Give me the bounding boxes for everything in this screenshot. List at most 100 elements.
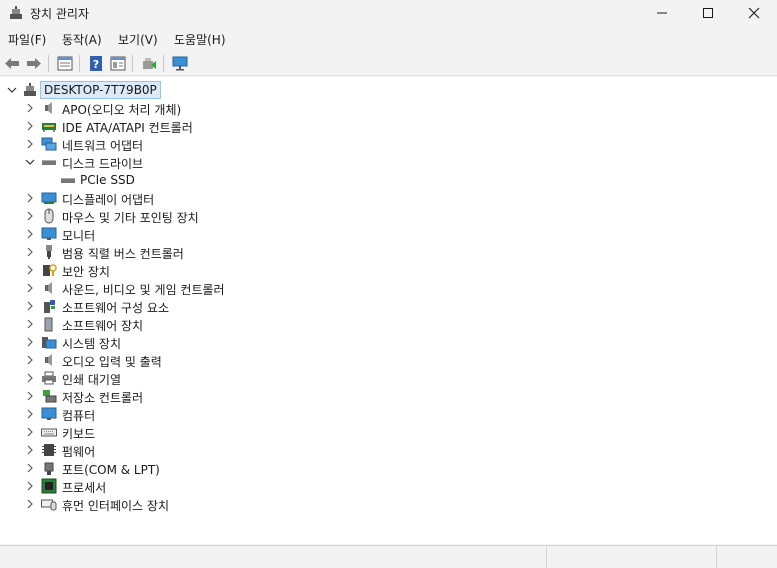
tree-item[interactable]: 디스플레이 어댑터: [0, 189, 777, 207]
category-label: 오디오 입력 및 출력: [62, 355, 162, 369]
menu-help[interactable]: 도움말(H): [174, 31, 226, 48]
menu-view[interactable]: 보기(V): [118, 31, 158, 48]
menu-action[interactable]: 동작(A): [62, 31, 102, 48]
title-bar: 장치 관리자: [0, 0, 777, 26]
network-adapter-icon: [41, 136, 57, 152]
chevron-right-icon[interactable]: [24, 480, 36, 492]
category-label: APO(오디오 처리 개체): [62, 103, 182, 117]
category-label: 사운드, 비디오 및 게임 컨트롤러: [62, 283, 225, 297]
tree-item[interactable]: 소프트웨어 구성 요소: [0, 297, 777, 315]
category-label: 마우스 및 기타 포인팅 장치: [62, 211, 199, 225]
close-icon: [748, 7, 760, 19]
chevron-right-icon[interactable]: [24, 372, 36, 384]
chevron-right-icon[interactable]: [24, 318, 36, 330]
toolbar-separator: [48, 55, 49, 72]
tree-item[interactable]: 네트워크 어댑터: [0, 135, 777, 153]
device-manager-app-icon: [8, 5, 24, 21]
ide-controller-icon: [41, 118, 57, 134]
tree-item[interactable]: 범용 직렬 버스 컨트롤러: [0, 243, 777, 261]
category-label: 저장소 컨트롤러: [62, 391, 144, 405]
minimize-icon: [657, 12, 667, 14]
chevron-right-icon[interactable]: [24, 102, 36, 114]
close-button[interactable]: [731, 0, 777, 26]
maximize-button[interactable]: [685, 0, 731, 26]
keyboard-icon: [41, 424, 57, 440]
chevron-right-icon[interactable]: [24, 210, 36, 222]
storage-controller-icon: [41, 388, 57, 404]
computer-name[interactable]: DESKTOP-7T79B0P: [40, 81, 161, 99]
status-bar: [0, 545, 777, 568]
category-label: 디스크 드라이브: [62, 157, 144, 171]
device-tree[interactable]: DESKTOP-7T79B0P APO(오디오 처리 개체) IDE ATA/A…: [0, 77, 777, 544]
disk-drive-icon: [60, 172, 76, 188]
update-driver-button[interactable]: [139, 54, 159, 73]
tree-item[interactable]: 프로세서: [0, 477, 777, 495]
chevron-right-icon[interactable]: [24, 336, 36, 348]
minimize-button[interactable]: [639, 0, 685, 26]
properties-button[interactable]: [55, 54, 75, 73]
chevron-right-icon[interactable]: [24, 300, 36, 312]
tree-item[interactable]: 시스템 장치: [0, 333, 777, 351]
tree-item[interactable]: 포트(COM & LPT): [0, 459, 777, 477]
chevron-right-icon[interactable]: [24, 498, 36, 510]
chevron-right-icon[interactable]: [24, 426, 36, 438]
status-cell: [546, 546, 716, 568]
chevron-right-icon[interactable]: [24, 120, 36, 132]
mouse-icon: [41, 208, 57, 224]
chevron-right-icon[interactable]: [24, 264, 36, 276]
tree-item[interactable]: 소프트웨어 장치: [0, 315, 777, 333]
chevron-right-icon[interactable]: [24, 192, 36, 204]
tree-item[interactable]: 저장소 컨트롤러: [0, 387, 777, 405]
tree-item[interactable]: 휴먼 인터페이스 장치: [0, 495, 777, 513]
toolbar-separator: [163, 55, 164, 72]
display-adapter-icon: [41, 190, 57, 206]
chevron-right-icon[interactable]: [24, 228, 36, 240]
chevron-right-icon[interactable]: [24, 246, 36, 258]
tree-item[interactable]: APO(오디오 처리 개체): [0, 99, 777, 117]
computer-network-icon: [22, 82, 38, 98]
view-button[interactable]: [108, 54, 128, 73]
category-label: 소프트웨어 장치: [62, 319, 144, 333]
category-label: 프로세서: [62, 481, 107, 495]
tree-root[interactable]: DESKTOP-7T79B0P: [0, 81, 777, 99]
tree-item[interactable]: 컴퓨터: [0, 405, 777, 423]
chevron-right-icon[interactable]: [24, 282, 36, 294]
back-button[interactable]: [2, 54, 22, 73]
disk-drive-icon: [41, 154, 57, 170]
chevron-down-icon[interactable]: [24, 156, 36, 168]
help-button[interactable]: ?: [86, 54, 106, 73]
chevron-right-icon[interactable]: [24, 354, 36, 366]
scan-hardware-button[interactable]: [170, 54, 190, 73]
tree-item[interactable]: 디스크 드라이브: [0, 153, 777, 171]
chevron-right-icon[interactable]: [24, 408, 36, 420]
category-label: 펌웨어: [62, 445, 96, 459]
update-driver-icon: [143, 58, 156, 69]
chevron-down-icon[interactable]: [6, 84, 18, 96]
category-label: 소프트웨어 구성 요소: [62, 301, 169, 315]
tree-item[interactable]: 펌웨어: [0, 441, 777, 459]
toolbar-separator: [132, 55, 133, 72]
status-cell: [716, 546, 777, 568]
chevron-right-icon[interactable]: [24, 444, 36, 456]
tree-item[interactable]: 사운드, 비디오 및 게임 컨트롤러: [0, 279, 777, 297]
chevron-right-icon[interactable]: [24, 138, 36, 150]
chevron-right-icon[interactable]: [24, 462, 36, 474]
forward-button[interactable]: [24, 54, 44, 73]
tree-item[interactable]: 보안 장치: [0, 261, 777, 279]
help-icon: ?: [90, 56, 102, 71]
menu-file[interactable]: 파일(F): [8, 31, 46, 48]
chevron-right-icon[interactable]: [24, 390, 36, 402]
processor-icon: [41, 478, 57, 494]
category-label: 키보드: [62, 427, 96, 441]
tree-item[interactable]: 마우스 및 기타 포인팅 장치: [0, 207, 777, 225]
device-label: PCIe SSD: [80, 173, 135, 187]
toolbar: ?: [0, 51, 777, 76]
tree-child-item[interactable]: PCIe SSD: [0, 171, 777, 189]
security-device-icon: [41, 262, 57, 278]
tree-item[interactable]: IDE ATA/ATAPI 컨트롤러: [0, 117, 777, 135]
tree-item[interactable]: 키보드: [0, 423, 777, 441]
tree-item[interactable]: 오디오 입력 및 출력: [0, 351, 777, 369]
tree-item[interactable]: 인쇄 대기열: [0, 369, 777, 387]
tree-item[interactable]: 모니터: [0, 225, 777, 243]
monitor-icon: [41, 226, 57, 242]
